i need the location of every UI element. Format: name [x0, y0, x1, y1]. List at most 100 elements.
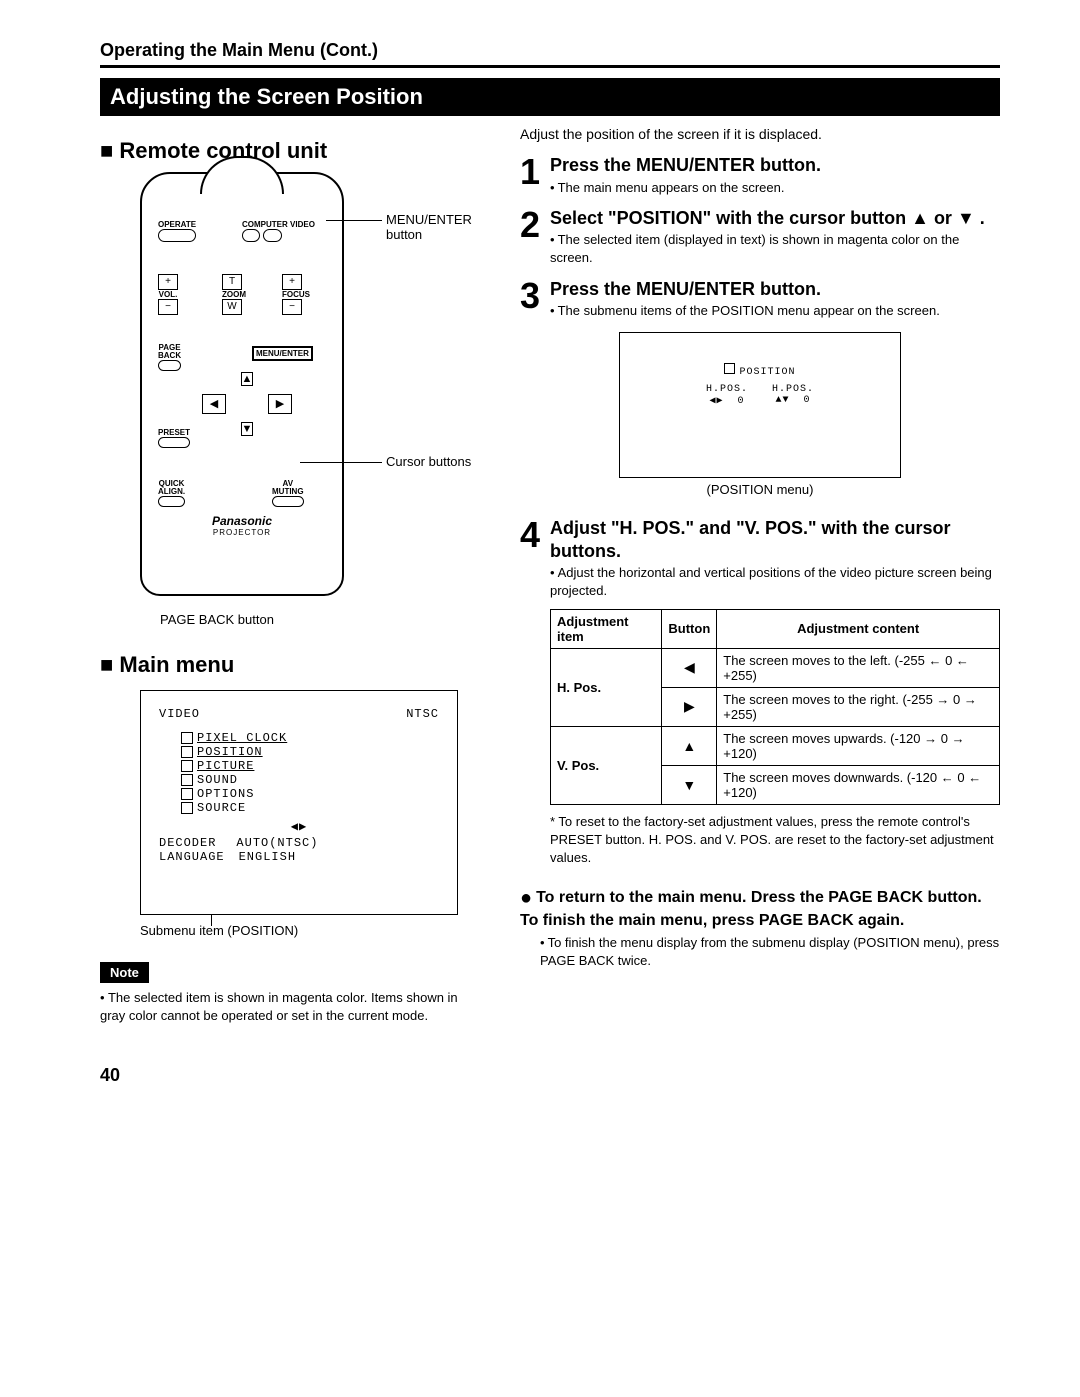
vpos-down-desc: The screen moves downwards. (-120 ← 0 ← … — [717, 765, 1000, 804]
vpos-arrows-icon: ▲▼ — [775, 395, 789, 406]
zoom-wide: W — [222, 299, 242, 315]
cursor-right-icon: ▶ — [268, 394, 292, 414]
menu-item-picture: PICTURE — [197, 759, 254, 773]
return-heading: ●To return to the main menu. Dress the P… — [520, 885, 1000, 932]
menu-item-icon — [181, 788, 193, 800]
note-text: • The selected item is shown in magenta … — [100, 989, 480, 1025]
focus-plus: + — [282, 274, 302, 290]
step-4-bullet: Adjust the horizontal and vertical posit… — [550, 564, 1000, 600]
position-menu-box: POSITION H.POS. ◀▶ 0 H.POS. ▲▼ 0 — [619, 332, 901, 478]
left-arrow-icon: ◀ — [662, 648, 717, 687]
step-number-4: 4 — [520, 517, 550, 867]
computer-label: COMPUTER — [242, 220, 288, 229]
zoom-tele: T — [222, 274, 242, 290]
step-number-2: 2 — [520, 207, 550, 268]
vol-plus: + — [158, 274, 178, 290]
table-row: H. Pos. ◀ The screen moves to the left. … — [551, 648, 1000, 687]
submenu-caption: Submenu item (POSITION) — [140, 923, 480, 938]
cursor-up-icon: ▲ — [241, 372, 254, 386]
hpos-value: 0 — [738, 396, 745, 407]
focus-label: FOCUS — [282, 290, 310, 299]
step-3-bullet: The submenu items of the POSITION menu a… — [550, 302, 1000, 320]
menu-item-position: POSITION — [197, 745, 263, 759]
step-number-1: 1 — [520, 154, 550, 197]
menu-item-icon — [181, 802, 193, 814]
vol-minus: − — [158, 299, 178, 315]
remote-diagram: OPERATE COMPUTER VIDEO — [140, 172, 344, 596]
step-4-title: Adjust "H. POS." and "V. POS." with the … — [550, 517, 1000, 562]
right-arrow-icon: ▶ — [662, 687, 717, 726]
preset-button — [158, 437, 190, 448]
callout-cursor: Cursor buttons — [386, 454, 471, 469]
menu-item-options: OPTIONS — [197, 787, 254, 801]
zoom-label: ZOOM — [222, 290, 246, 299]
step-1-bullet: The main menu appears on the screen. — [550, 179, 1000, 197]
vpos-up-desc: The screen moves upwards. (-120 → 0 → +1… — [717, 726, 1000, 765]
remote-heading: ■ Remote control unit — [100, 138, 480, 164]
adjustment-table: Adjustment item Button Adjustment conten… — [550, 609, 1000, 805]
hpos-left-desc: The screen moves to the left. (-255 ← 0 … — [717, 648, 1000, 687]
av-muting-label: AVMUTING — [272, 480, 304, 496]
operate-button — [158, 229, 196, 242]
hpos-right-desc: The screen moves to the right. (-255 → 0… — [717, 687, 1000, 726]
menu-enter-button: MENU/ENTER — [252, 346, 313, 361]
quick-align-label: QUICKALIGN. — [158, 480, 185, 496]
hpos-arrows-icon: ◀▶ — [709, 396, 723, 407]
callout-page-back: PAGE BACK button — [160, 612, 274, 627]
menu-language-value: ENGLISH — [239, 850, 296, 864]
vpos-label: H.POS. — [772, 384, 814, 395]
menu-ntsc-label: NTSC — [406, 707, 439, 721]
th-item: Adjustment item — [551, 609, 662, 648]
menu-decoder-value: AUTO(NTSC) — [236, 836, 318, 850]
computer-button — [242, 229, 260, 242]
menu-item-icon — [181, 760, 193, 772]
position-icon — [724, 363, 735, 374]
menu-item-sound: SOUND — [197, 773, 238, 787]
vol-label: VOL. — [158, 290, 178, 299]
step-number-3: 3 — [520, 278, 550, 321]
position-menu-caption: (POSITION menu) — [520, 482, 1000, 497]
menu-item-source: SOURCE — [197, 801, 246, 815]
table-footnote: * To reset to the factory-set adjustment… — [550, 813, 1000, 868]
step-2-title: Select "POSITION" with the cursor button… — [550, 207, 1000, 230]
main-menu-box: VIDEO NTSC PIXEL CLOCK POSITION PICTURE … — [140, 690, 458, 915]
step-2-bullet: The selected item (displayed in text) is… — [550, 231, 1000, 267]
av-muting-button — [272, 496, 304, 507]
menu-language-label: LANGUAGE — [159, 850, 225, 864]
menu-item-icon — [181, 774, 193, 786]
position-menu-title: POSITION — [739, 367, 795, 378]
focus-minus: − — [282, 299, 302, 315]
hpos-label: H.POS. — [706, 384, 748, 395]
page-back-label: PAGEBACK — [158, 344, 181, 360]
up-arrow-icon: ▲ — [662, 726, 717, 765]
cursor-left-icon: ◀ — [202, 394, 226, 414]
brand-logo: Panasonic — [142, 514, 342, 528]
page-number: 40 — [100, 1065, 1000, 1086]
operate-label: OPERATE — [158, 220, 196, 229]
cursor-down-icon: ▼ — [241, 422, 254, 436]
return-bullet: To finish the menu display from the subm… — [540, 934, 1000, 970]
preset-label: PRESET — [158, 428, 190, 437]
page-title: Adjusting the Screen Position — [100, 78, 1000, 116]
th-content: Adjustment content — [717, 609, 1000, 648]
hpos-row-label: H. Pos. — [557, 680, 601, 695]
callout-menu-enter: MENU/ENTER button — [386, 212, 496, 242]
video-label: VIDEO — [290, 220, 315, 229]
step-3-title: Press the MENU/ENTER button. — [550, 278, 1000, 301]
menu-item-icon — [181, 732, 193, 744]
menu-video-label: VIDEO — [159, 707, 200, 721]
menu-item-pixel-clock: PIXEL CLOCK — [197, 731, 287, 745]
menu-decoder-label: DECODER — [159, 836, 216, 850]
page-back-button — [158, 360, 181, 371]
vpos-value: 0 — [804, 395, 811, 406]
th-button: Button — [662, 609, 717, 648]
quick-align-button — [158, 496, 185, 507]
main-menu-heading: ■ Main menu — [100, 652, 480, 678]
menu-item-icon — [181, 746, 193, 758]
step-1-title: Press the MENU/ENTER button. — [550, 154, 1000, 177]
intro-text: Adjust the position of the screen if it … — [520, 126, 1000, 142]
video-button — [263, 229, 281, 242]
projector-label: PROJECTOR — [142, 528, 342, 537]
menu-arrows-icon: ◀▶ — [159, 819, 439, 834]
table-row: V. Pos. ▲ The screen moves upwards. (-12… — [551, 726, 1000, 765]
